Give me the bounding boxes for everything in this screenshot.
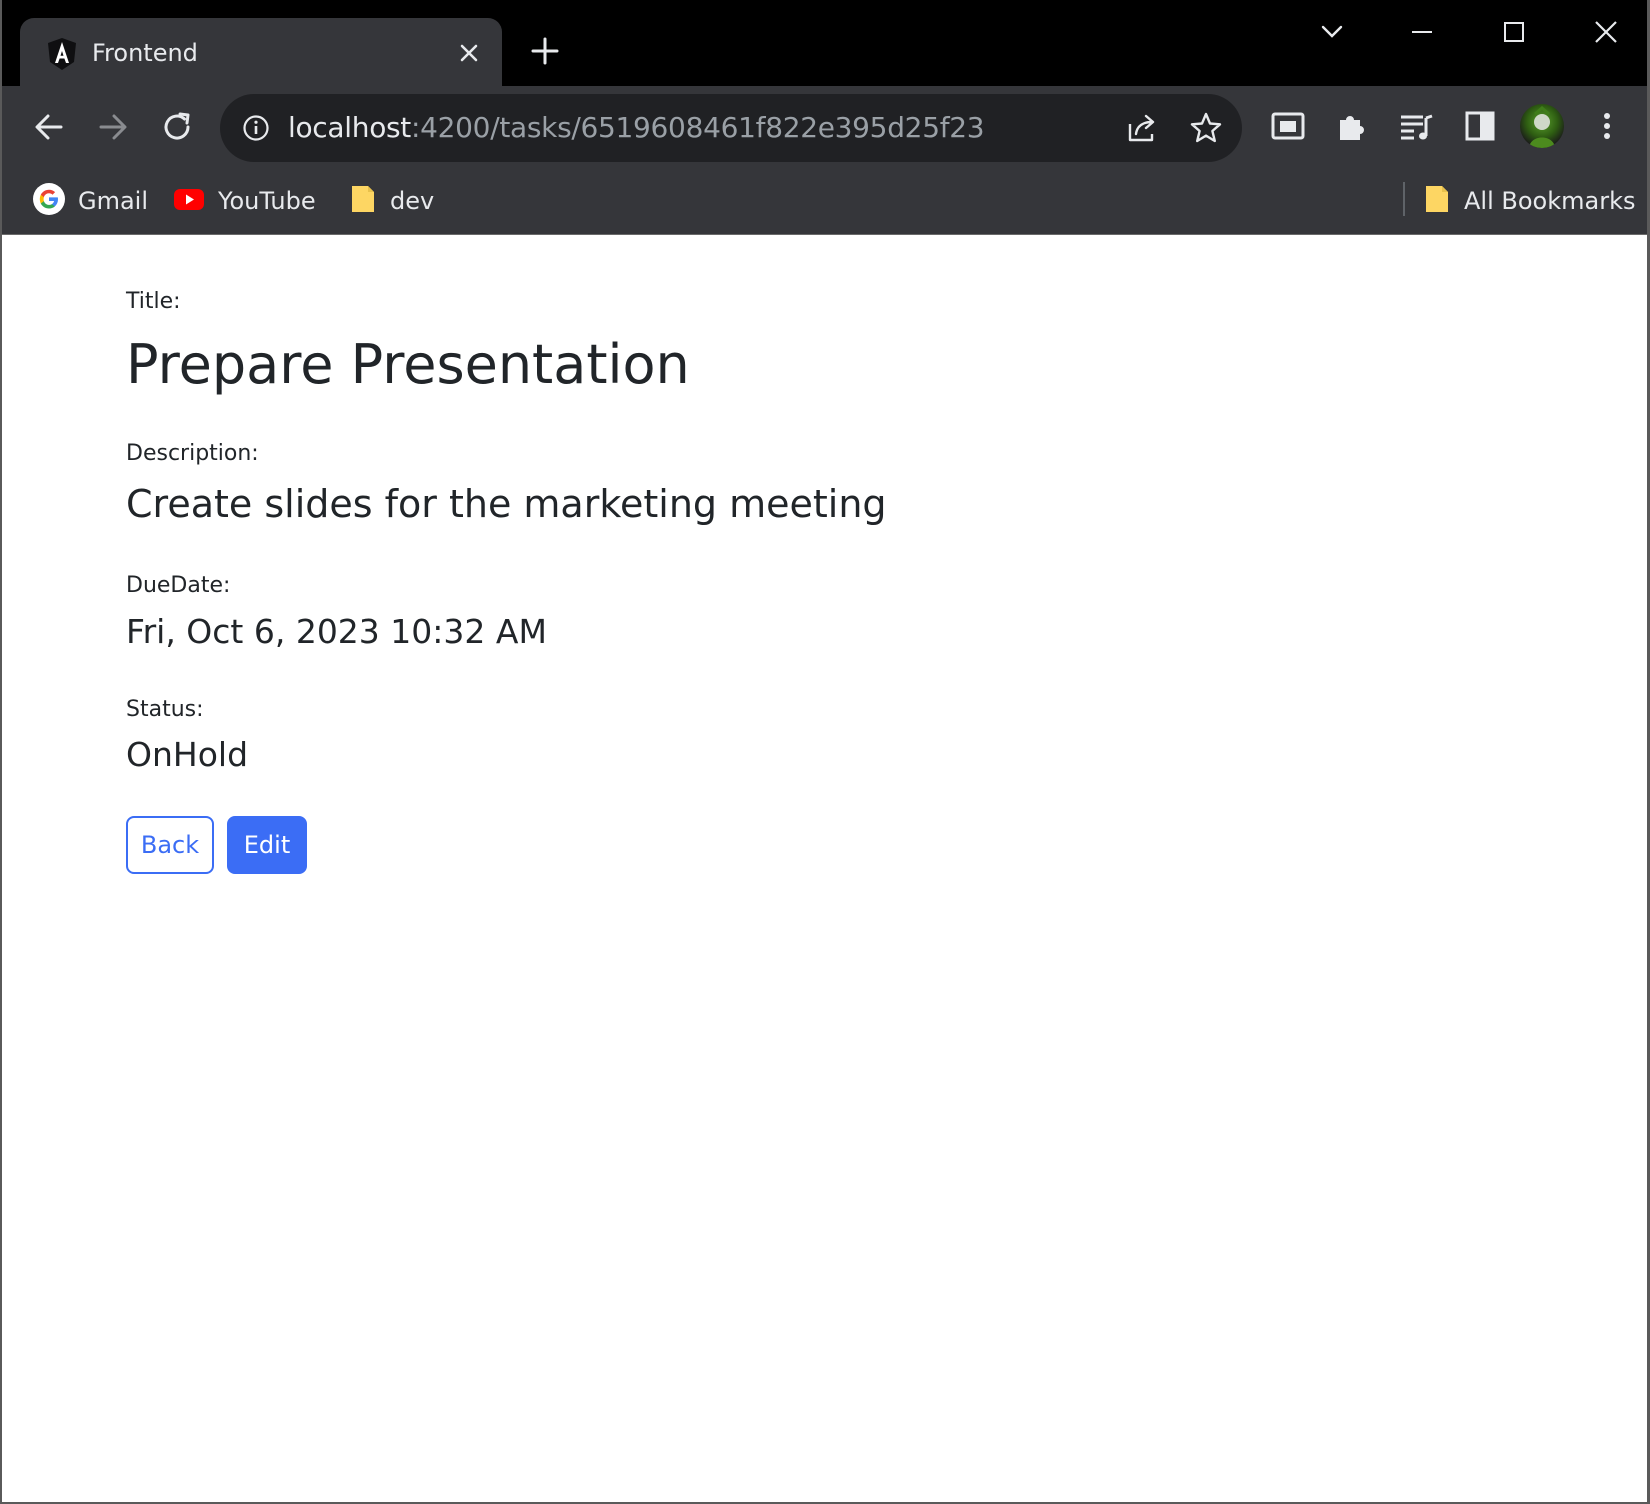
bookmark-youtube[interactable]: YouTube bbox=[172, 182, 316, 220]
side-panel-icon[interactable] bbox=[1460, 106, 1500, 146]
task-title: Prepare Presentation bbox=[126, 333, 690, 396]
duedate-label: DueDate: bbox=[126, 573, 231, 598]
url-path: :4200/tasks/6519608461f822e395d25f23 bbox=[411, 111, 985, 144]
close-window-icon[interactable] bbox=[1586, 14, 1626, 50]
task-duedate: Fri, Oct 6, 2023 10:32 AM bbox=[126, 612, 547, 651]
bookmarks-bar: Gmail YouTube dev All Bookmarks bbox=[2, 168, 1647, 235]
status-label: Status: bbox=[126, 697, 204, 722]
folder-icon bbox=[1422, 182, 1452, 221]
youtube-icon bbox=[172, 182, 206, 221]
all-bookmarks-label: All Bookmarks bbox=[1464, 187, 1636, 215]
back-button[interactable]: Back bbox=[126, 816, 214, 874]
bookmark-gmail[interactable]: Gmail bbox=[32, 182, 148, 220]
bookmarks-divider bbox=[1403, 182, 1405, 216]
new-tab-icon[interactable] bbox=[530, 36, 560, 66]
maximize-icon[interactable] bbox=[1494, 14, 1534, 50]
close-tab-icon[interactable] bbox=[456, 40, 482, 66]
profile-avatar[interactable] bbox=[1520, 104, 1564, 148]
title-label: Title: bbox=[126, 289, 181, 314]
minimize-icon[interactable] bbox=[1402, 14, 1442, 50]
bookmark-folder-dev[interactable]: dev bbox=[348, 182, 434, 220]
more-menu-icon[interactable] bbox=[1587, 106, 1627, 146]
browser-window: Frontend localhost:4200/tasks/6519608461… bbox=[0, 0, 1650, 1504]
active-tab[interactable]: Frontend bbox=[20, 18, 502, 88]
folder-icon bbox=[348, 182, 378, 221]
tab-search-chevron-icon[interactable] bbox=[1312, 14, 1352, 50]
picture-in-picture-icon[interactable] bbox=[1268, 106, 1308, 146]
bookmark-label: Gmail bbox=[78, 187, 149, 215]
media-queue-icon[interactable] bbox=[1396, 106, 1436, 146]
all-bookmarks[interactable]: All Bookmarks bbox=[1422, 182, 1635, 220]
share-icon[interactable] bbox=[1124, 110, 1160, 146]
url-text: localhost:4200/tasks/6519608461f822e395d… bbox=[288, 108, 985, 148]
bookmark-label: YouTube bbox=[218, 187, 316, 215]
back-arrow-icon[interactable] bbox=[30, 108, 68, 146]
tab-title: Frontend bbox=[92, 39, 198, 67]
address-bar[interactable]: localhost:4200/tasks/6519608461f822e395d… bbox=[220, 94, 1242, 162]
description-label: Description: bbox=[126, 441, 259, 466]
bookmark-star-icon[interactable] bbox=[1188, 110, 1224, 146]
edit-button[interactable]: Edit bbox=[227, 816, 307, 874]
title-bar: Frontend bbox=[2, 0, 1647, 88]
task-detail-page: Title: Prepare Presentation Description:… bbox=[2, 235, 1647, 1502]
reload-icon[interactable] bbox=[158, 108, 196, 146]
site-info-icon[interactable] bbox=[242, 114, 270, 142]
google-icon bbox=[32, 182, 66, 221]
task-status: OnHold bbox=[126, 735, 249, 774]
browser-toolbar: localhost:4200/tasks/6519608461f822e395d… bbox=[2, 86, 1647, 168]
angular-logo-icon bbox=[47, 37, 77, 71]
extensions-puzzle-icon[interactable] bbox=[1332, 106, 1372, 146]
bookmark-label: dev bbox=[390, 187, 435, 215]
url-host: localhost bbox=[288, 111, 411, 144]
task-description: Create slides for the marketing meeting bbox=[126, 482, 887, 526]
forward-arrow-icon[interactable] bbox=[94, 108, 132, 146]
